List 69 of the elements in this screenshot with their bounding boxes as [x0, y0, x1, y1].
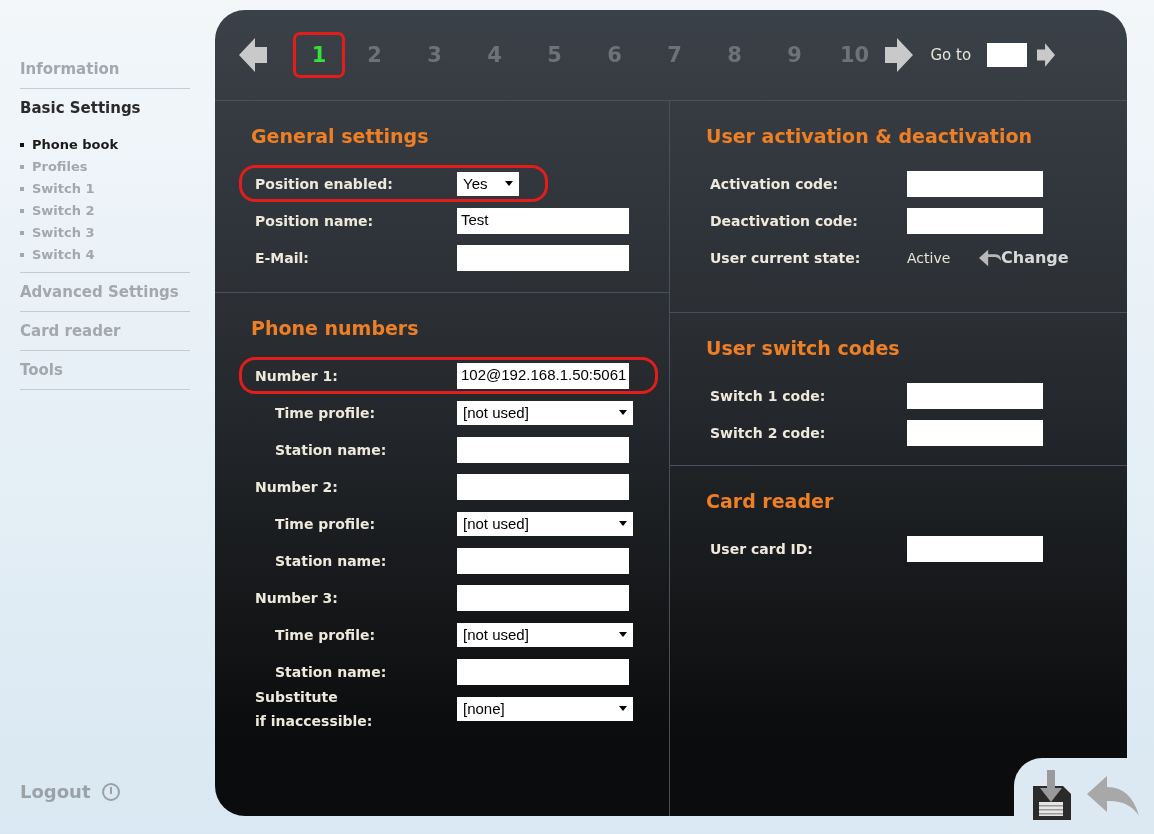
go-arrow-icon[interactable]	[1037, 43, 1056, 67]
nav-subitem[interactable]: Phone book	[20, 137, 190, 152]
dropdown[interactable]: [not used]	[457, 511, 633, 536]
field-label: Activation code:	[709, 174, 840, 194]
next-arrow-icon[interactable]	[884, 38, 913, 72]
field-label: Time profile:	[274, 514, 377, 534]
field-label: Number 2:	[254, 477, 339, 497]
nav-item[interactable]: Information	[20, 60, 190, 78]
previous-arrow-icon[interactable]	[239, 38, 267, 72]
input-field[interactable]	[457, 584, 629, 611]
input-field[interactable]	[907, 382, 1043, 409]
caret-icon	[505, 181, 513, 186]
field-label: Number 1:	[254, 366, 339, 386]
field-label: User current state:	[709, 248, 862, 268]
input-field[interactable]	[457, 547, 629, 574]
dropdown[interactable]: [none]	[457, 696, 633, 721]
input-field[interactable]	[907, 207, 1043, 234]
input-field[interactable]	[457, 244, 629, 271]
field-label: Position enabled:	[254, 174, 394, 194]
caret-icon	[619, 521, 627, 526]
arrow-icon	[979, 248, 1001, 267]
input-field[interactable]	[457, 473, 629, 500]
goto-label: Go to	[930, 46, 972, 64]
state-value: Active	[907, 249, 952, 266]
input-field[interactable]	[457, 658, 629, 685]
nav-subitem[interactable]: Switch 1	[20, 181, 190, 196]
caret-icon	[619, 706, 627, 711]
nav-item[interactable]: Card reader	[20, 322, 190, 340]
field-label: Number 3:	[254, 588, 339, 608]
change-button[interactable]: Change	[979, 248, 1069, 267]
section-title: General settings	[251, 125, 430, 147]
section-title: User switch codes	[706, 337, 901, 359]
logout-button[interactable]: Logout	[20, 781, 121, 802]
section-title: Phone numbers	[251, 317, 420, 339]
input-field[interactable]	[907, 170, 1043, 197]
nav-item[interactable]: Tools	[20, 361, 190, 379]
caret-icon	[619, 632, 627, 637]
field-label: Time profile:	[274, 625, 377, 645]
field-label: User card ID:	[709, 539, 814, 559]
field-label: Time profile:	[274, 403, 377, 423]
dropdown[interactable]: Yes	[457, 171, 519, 196]
field-label: Station name:	[274, 551, 388, 571]
field-label: Station name:	[274, 440, 388, 460]
dropdown[interactable]: [not used]	[457, 622, 633, 647]
goto-field[interactable]	[987, 43, 1028, 67]
section-title: User activation & deactivation	[706, 125, 1033, 147]
power-icon	[100, 781, 121, 802]
field-label: Station name:	[274, 662, 388, 682]
section-title: Card reader	[706, 490, 835, 512]
field-label: E-Mail:	[254, 248, 310, 268]
nav-subitem[interactable]: Switch 3	[20, 225, 190, 240]
field-label: Position name:	[254, 211, 375, 231]
field-label: Substitute if inaccessible:	[254, 687, 374, 731]
nav-subitem[interactable]: Switch 4	[20, 247, 190, 262]
page-number[interactable]: 1	[293, 32, 345, 78]
nav-subitem[interactable]: Switch 2	[20, 203, 190, 218]
nav-subitem[interactable]: Profiles	[20, 159, 190, 174]
input-field[interactable]	[907, 419, 1043, 446]
field-label: Deactivation code:	[709, 211, 859, 231]
dropdown[interactable]: [not used]	[457, 400, 633, 425]
input-field[interactable]: 102@192.168.1.50:5061	[457, 362, 629, 389]
input-field[interactable]: Test	[457, 207, 629, 234]
input-field[interactable]	[457, 436, 629, 463]
nav-item[interactable]: Advanced Settings	[20, 283, 190, 301]
field-label: Switch 1 code:	[709, 386, 827, 406]
input-field[interactable]	[907, 535, 1043, 562]
field-label: Switch 2 code:	[709, 423, 827, 443]
caret-icon	[619, 410, 627, 415]
nav-item[interactable]: Basic Settings	[20, 99, 190, 117]
